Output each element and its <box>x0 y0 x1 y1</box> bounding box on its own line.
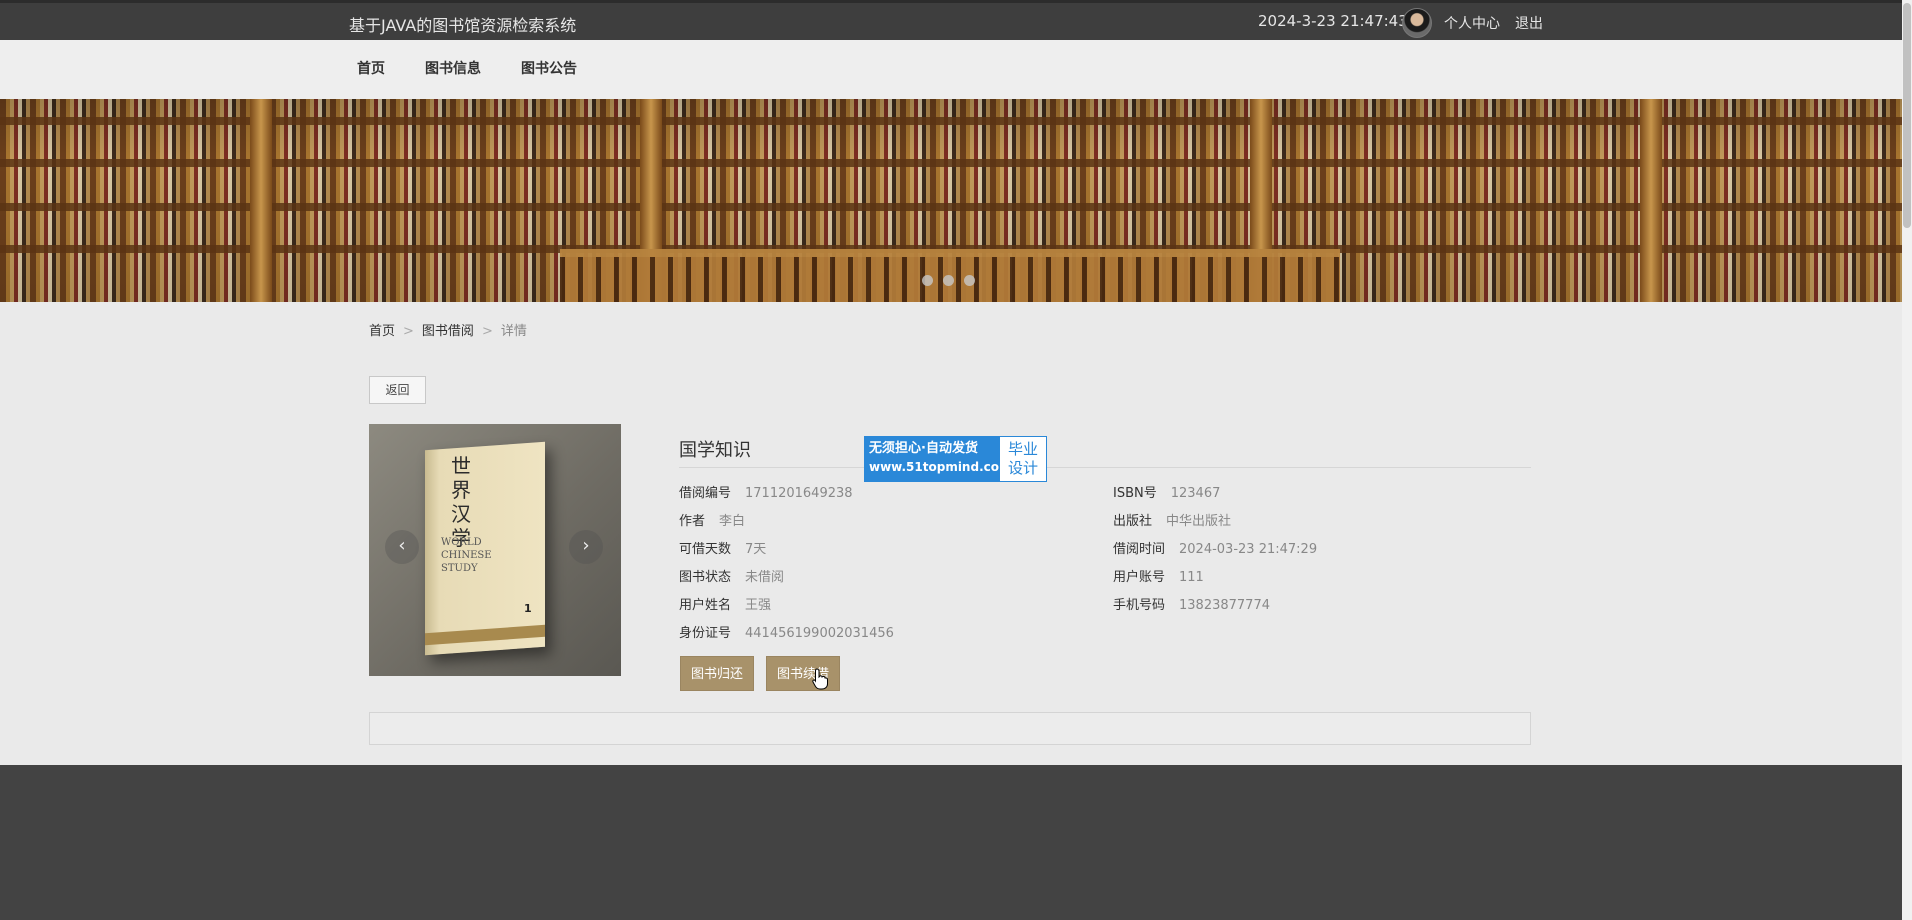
field-value: 111 <box>1179 570 1204 585</box>
field-loan-days: 可借天数 7天 <box>679 538 766 557</box>
field-label: 借阅编号 <box>679 486 732 501</box>
breadcrumb-current: 详情 <box>500 324 527 339</box>
renew-book-button[interactable]: 图书续借 <box>766 656 841 691</box>
field-label: ISBN号 <box>1113 486 1157 501</box>
field-book-status: 图书状态 未借阅 <box>679 566 784 585</box>
field-user-name: 用户姓名 王强 <box>679 594 771 613</box>
main-nav: 首页 图书信息 图书公告 <box>0 40 1902 99</box>
breadcrumb-separator: > <box>481 324 493 339</box>
banner-pillar <box>1640 99 1662 302</box>
carousel-indicators <box>922 275 975 286</box>
field-label: 作者 <box>679 514 706 529</box>
breadcrumb: 首页 > 图书借阅 > 详情 <box>369 320 527 339</box>
cover-issue: 1 <box>524 602 532 615</box>
banner-carousel[interactable] <box>0 99 1902 302</box>
field-publisher: 出版社 中华出版社 <box>1113 510 1231 529</box>
breadcrumb-section[interactable]: 图书借阅 <box>422 324 474 339</box>
breadcrumb-home[interactable]: 首页 <box>369 324 395 339</box>
logout-link[interactable]: 退出 <box>1515 13 1543 33</box>
system-title: 基于JAVA的图书馆资源检索系统 <box>349 16 577 35</box>
field-value: 7天 <box>745 542 767 557</box>
field-value: 王强 <box>745 598 772 613</box>
field-label: 借阅时间 <box>1113 542 1166 557</box>
carousel-dot[interactable] <box>943 275 954 286</box>
book-image-carousel: 世界汉学 WORLD CHINESE STUDY 1 ‹ › <box>369 424 621 676</box>
top-bar: 基于JAVA的图书馆资源检索系统 2024-3-23 21:47:43 个人中心… <box>0 0 1902 40</box>
field-label: 身份证号 <box>679 626 732 641</box>
field-value: 441456199002031456 <box>745 626 894 641</box>
prev-image-button[interactable]: ‹ <box>385 530 419 564</box>
return-book-button[interactable]: 图书归还 <box>680 656 755 691</box>
field-label: 用户姓名 <box>679 598 732 613</box>
back-button[interactable]: 返回 <box>369 376 426 404</box>
field-value: 李白 <box>719 514 746 529</box>
field-label: 手机号码 <box>1113 598 1166 613</box>
nav-item-book-info[interactable]: 图书信息 <box>425 58 481 78</box>
field-label: 用户账号 <box>1113 570 1166 585</box>
avatar[interactable] <box>1402 8 1432 38</box>
banner-shelf <box>0 203 1902 211</box>
banner-shelf <box>0 159 1902 167</box>
next-image-button[interactable]: › <box>569 530 603 564</box>
watermark-right: 毕业 设计 <box>1000 437 1046 481</box>
field-id-number: 身份证号 441456199002031456 <box>679 622 894 641</box>
field-isbn: ISBN号 123467 <box>1113 482 1220 501</box>
carousel-dot[interactable] <box>922 275 933 286</box>
empty-panel <box>369 712 1531 745</box>
field-value: 未借阅 <box>745 570 785 585</box>
field-value: 123467 <box>1170 486 1221 501</box>
footer <box>0 765 1902 920</box>
nav-item-book-notice[interactable]: 图书公告 <box>521 58 577 78</box>
field-value: 2024-03-23 21:47:29 <box>1179 542 1318 557</box>
field-label: 出版社 <box>1113 514 1153 529</box>
field-phone: 手机号码 13823877774 <box>1113 594 1270 613</box>
field-borrow-time: 借阅时间 2024-03-23 21:47:29 <box>1113 538 1317 557</box>
nav-item-home[interactable]: 首页 <box>357 58 385 78</box>
title-divider <box>679 467 1531 468</box>
page-scrollbar[interactable] <box>1902 0 1912 920</box>
banner-pillar <box>250 99 272 302</box>
field-value: 1711201649238 <box>745 486 853 501</box>
field-borrow-no: 借阅编号 1711201649238 <box>679 482 853 501</box>
field-label: 图书状态 <box>679 570 732 585</box>
field-value: 13823877774 <box>1179 598 1270 613</box>
watermark-line2: www.51topmind.com <box>869 460 1012 474</box>
field-value: 中华出版社 <box>1166 514 1232 529</box>
user-center-link[interactable]: 个人中心 <box>1444 13 1500 33</box>
watermark-line1: 无须担心·自动发货 <box>869 441 978 456</box>
watermark-right-line2: 设计 <box>1007 459 1038 477</box>
watermark-badge: 无须担心·自动发货 www.51topmind.com 毕业 设计 <box>864 436 1047 482</box>
watermark-right-line1: 毕业 <box>1007 440 1038 458</box>
watermark-left: 无须担心·自动发货 www.51topmind.com <box>865 437 1012 481</box>
cover-subtitle: WORLD CHINESE STUDY <box>441 537 492 574</box>
field-user-account: 用户账号 111 <box>1113 566 1204 585</box>
field-label: 可借天数 <box>679 542 732 557</box>
breadcrumb-separator: > <box>403 324 414 339</box>
hand-cursor-icon <box>812 668 828 690</box>
banner-shelf <box>0 117 1902 125</box>
scrollbar-thumb[interactable] <box>1903 3 1911 228</box>
current-datetime: 2024-3-23 21:47:43 <box>1258 12 1408 30</box>
book-title: 国学知识 <box>679 440 751 461</box>
carousel-dot[interactable] <box>964 275 975 286</box>
field-author: 作者 李白 <box>679 510 745 529</box>
